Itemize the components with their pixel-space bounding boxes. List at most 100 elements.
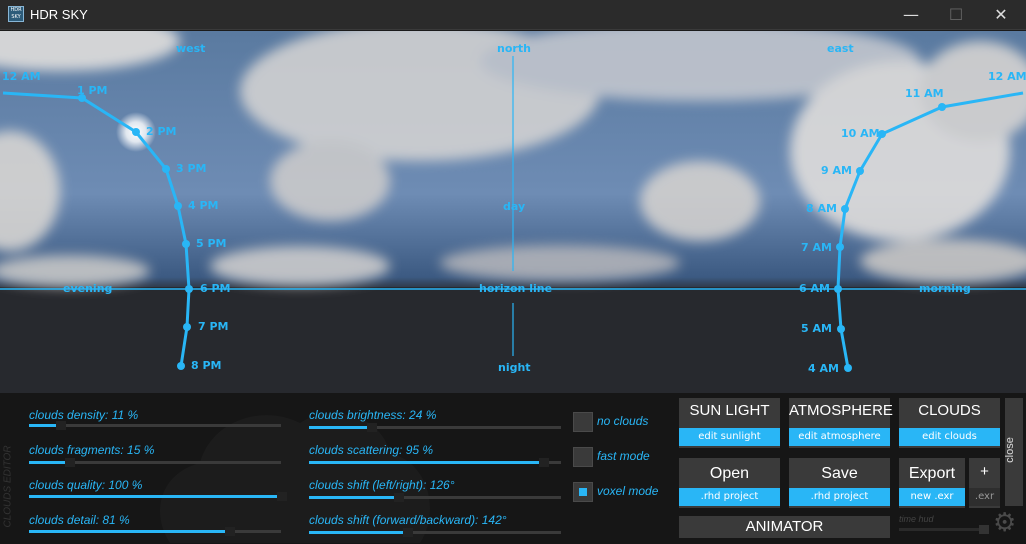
time-hud-label: time hud xyxy=(899,514,934,524)
close-window-button[interactable]: ✕ xyxy=(986,4,1016,26)
clouds-quality-slider[interactable] xyxy=(29,492,287,501)
slider-fill xyxy=(309,496,399,499)
clouds-fragments-slider[interactable] xyxy=(29,458,281,467)
hour-label: 11 AM xyxy=(905,87,944,100)
clouds-shift-lr-slider[interactable] xyxy=(309,493,561,502)
voxel-mode-checkbox[interactable] xyxy=(573,482,593,502)
no-clouds-label: no clouds xyxy=(597,414,649,428)
hour-label: 7 PM xyxy=(198,320,229,333)
clouds-shift-lr-label: clouds shift (left/right): 126° xyxy=(309,478,455,492)
east-label: east xyxy=(827,42,854,55)
atmosphere-button-label: ATMOSPHERE xyxy=(789,402,893,419)
minimize-button[interactable]: — xyxy=(896,4,926,26)
app-icon-top: HDR xyxy=(10,7,22,13)
slider-knob[interactable] xyxy=(277,492,287,501)
clouds-button[interactable]: CLOUDS edit clouds xyxy=(899,398,1000,448)
slider-fill xyxy=(309,531,408,534)
horizon-label: horizon line xyxy=(479,282,553,295)
evening-label: evening xyxy=(63,282,113,295)
hour-label: 6 PM xyxy=(200,282,231,295)
hour-label: 5 AM xyxy=(801,322,832,335)
save-project-button[interactable]: .rhd project xyxy=(789,488,890,506)
time-hud-slider[interactable] xyxy=(899,525,989,534)
clouds-fragments-label: clouds fragments: 15 % xyxy=(29,443,155,457)
hour-label: 4 AM xyxy=(808,362,839,375)
hour-label: 7 AM xyxy=(801,241,832,254)
hour-label: 8 PM xyxy=(191,359,222,372)
clouds-editor-tag-text: CLOUDS EDITOR xyxy=(2,445,14,528)
maximize-button[interactable]: ☐ xyxy=(941,4,971,26)
open-button[interactable]: Open .rhd project xyxy=(679,458,780,508)
hour-label: 10 AM xyxy=(841,127,880,140)
clouds-shift-fb-label: clouds shift (forward/backward): 142° xyxy=(309,513,507,527)
slider-knob[interactable] xyxy=(225,527,235,536)
export-button-label: Export xyxy=(908,465,956,482)
slider-knob[interactable] xyxy=(394,493,404,502)
hour-label: 9 AM xyxy=(821,164,852,177)
title-bar: HDR SKY HDR SKY — ☐ ✕ xyxy=(0,0,1026,30)
clouds-button-label: CLOUDS xyxy=(918,402,981,419)
slider-fill xyxy=(309,426,372,429)
morning-label: morning xyxy=(919,282,971,295)
day-label: day xyxy=(503,200,526,213)
export-new-exr-button[interactable]: new .exr xyxy=(899,488,965,506)
app-icon: HDR SKY xyxy=(8,6,24,22)
plus-icon: + xyxy=(980,463,989,480)
no-clouds-checkbox[interactable] xyxy=(573,412,593,432)
edit-atmosphere-button[interactable]: edit atmosphere xyxy=(789,428,890,446)
clouds-scattering-slider[interactable] xyxy=(309,458,561,467)
export-button[interactable]: Export new .exr xyxy=(899,458,965,508)
slider-knob[interactable] xyxy=(979,525,989,534)
close-panel-button[interactable]: close xyxy=(1003,398,1023,506)
voxel-mode-label: voxel mode xyxy=(597,484,659,498)
open-button-label: Open xyxy=(709,465,750,482)
save-button[interactable]: Save .rhd project xyxy=(789,458,890,508)
clouds-detail-label: clouds detail: 81 % xyxy=(29,513,130,527)
slider-fill xyxy=(29,495,282,498)
atmosphere-button[interactable]: ATMOSPHERE edit atmosphere xyxy=(789,398,893,448)
clouds-scattering-label: clouds scattering: 95 % xyxy=(309,443,434,457)
open-project-button[interactable]: .rhd project xyxy=(679,488,780,506)
edit-sunlight-button[interactable]: edit sunlight xyxy=(679,428,780,446)
hour-label: 8 AM xyxy=(806,202,837,215)
slider-fill xyxy=(29,530,230,533)
sunlight-button[interactable]: SUN LIGHT edit sunlight xyxy=(679,398,780,448)
window-title: HDR SKY xyxy=(30,7,88,22)
slider-knob[interactable] xyxy=(65,458,75,467)
save-button-label: Save xyxy=(821,465,858,482)
sky-view[interactable]: west north east day horizon line night e… xyxy=(0,31,1026,393)
slider-knob[interactable] xyxy=(539,458,549,467)
west-label: west xyxy=(176,42,206,55)
slider-knob[interactable] xyxy=(56,421,66,430)
gear-icon[interactable]: ⚙ xyxy=(993,508,1016,538)
clouds-detail-slider[interactable] xyxy=(29,527,281,536)
clouds-density-slider[interactable] xyxy=(29,421,281,430)
night-label: night xyxy=(498,361,531,374)
add-exr-button[interactable]: + .exr xyxy=(969,458,1000,508)
hour-label: 1 PM xyxy=(77,84,108,97)
slider-knob[interactable] xyxy=(367,423,377,432)
add-exr-label: .exr xyxy=(969,488,1000,506)
fast-mode-label: fast mode xyxy=(597,449,650,463)
clouds-brightness-slider[interactable] xyxy=(309,423,561,432)
close-panel-label: close xyxy=(1003,437,1016,463)
hour-label: 2 PM xyxy=(146,125,177,138)
edit-clouds-button[interactable]: edit clouds xyxy=(899,428,1000,446)
hour-label: 5 PM xyxy=(196,237,227,250)
clouds-editor-tag: CLOUDS EDITOR xyxy=(0,420,14,540)
hour-label: 3 PM xyxy=(176,162,207,175)
fast-mode-checkbox[interactable] xyxy=(573,447,593,467)
clouds-shift-fb-slider[interactable] xyxy=(309,528,561,537)
clouds-quality-label: clouds quality: 100 % xyxy=(29,478,143,492)
hour-label: 6 AM xyxy=(799,282,830,295)
clouds-brightness-label: clouds brightness: 24 % xyxy=(309,408,437,422)
clouds-density-label: clouds density: 11 % xyxy=(29,408,139,422)
app-icon-bottom: SKY xyxy=(11,14,21,20)
slider-fill xyxy=(29,461,70,464)
animator-button[interactable]: ANIMATOR xyxy=(679,516,890,538)
hour-label: 12 AM xyxy=(988,70,1026,83)
hour-label: 12 AM xyxy=(2,70,41,83)
hour-label: 4 PM xyxy=(188,199,219,212)
slider-knob[interactable] xyxy=(403,528,413,537)
north-label: north xyxy=(497,42,531,55)
